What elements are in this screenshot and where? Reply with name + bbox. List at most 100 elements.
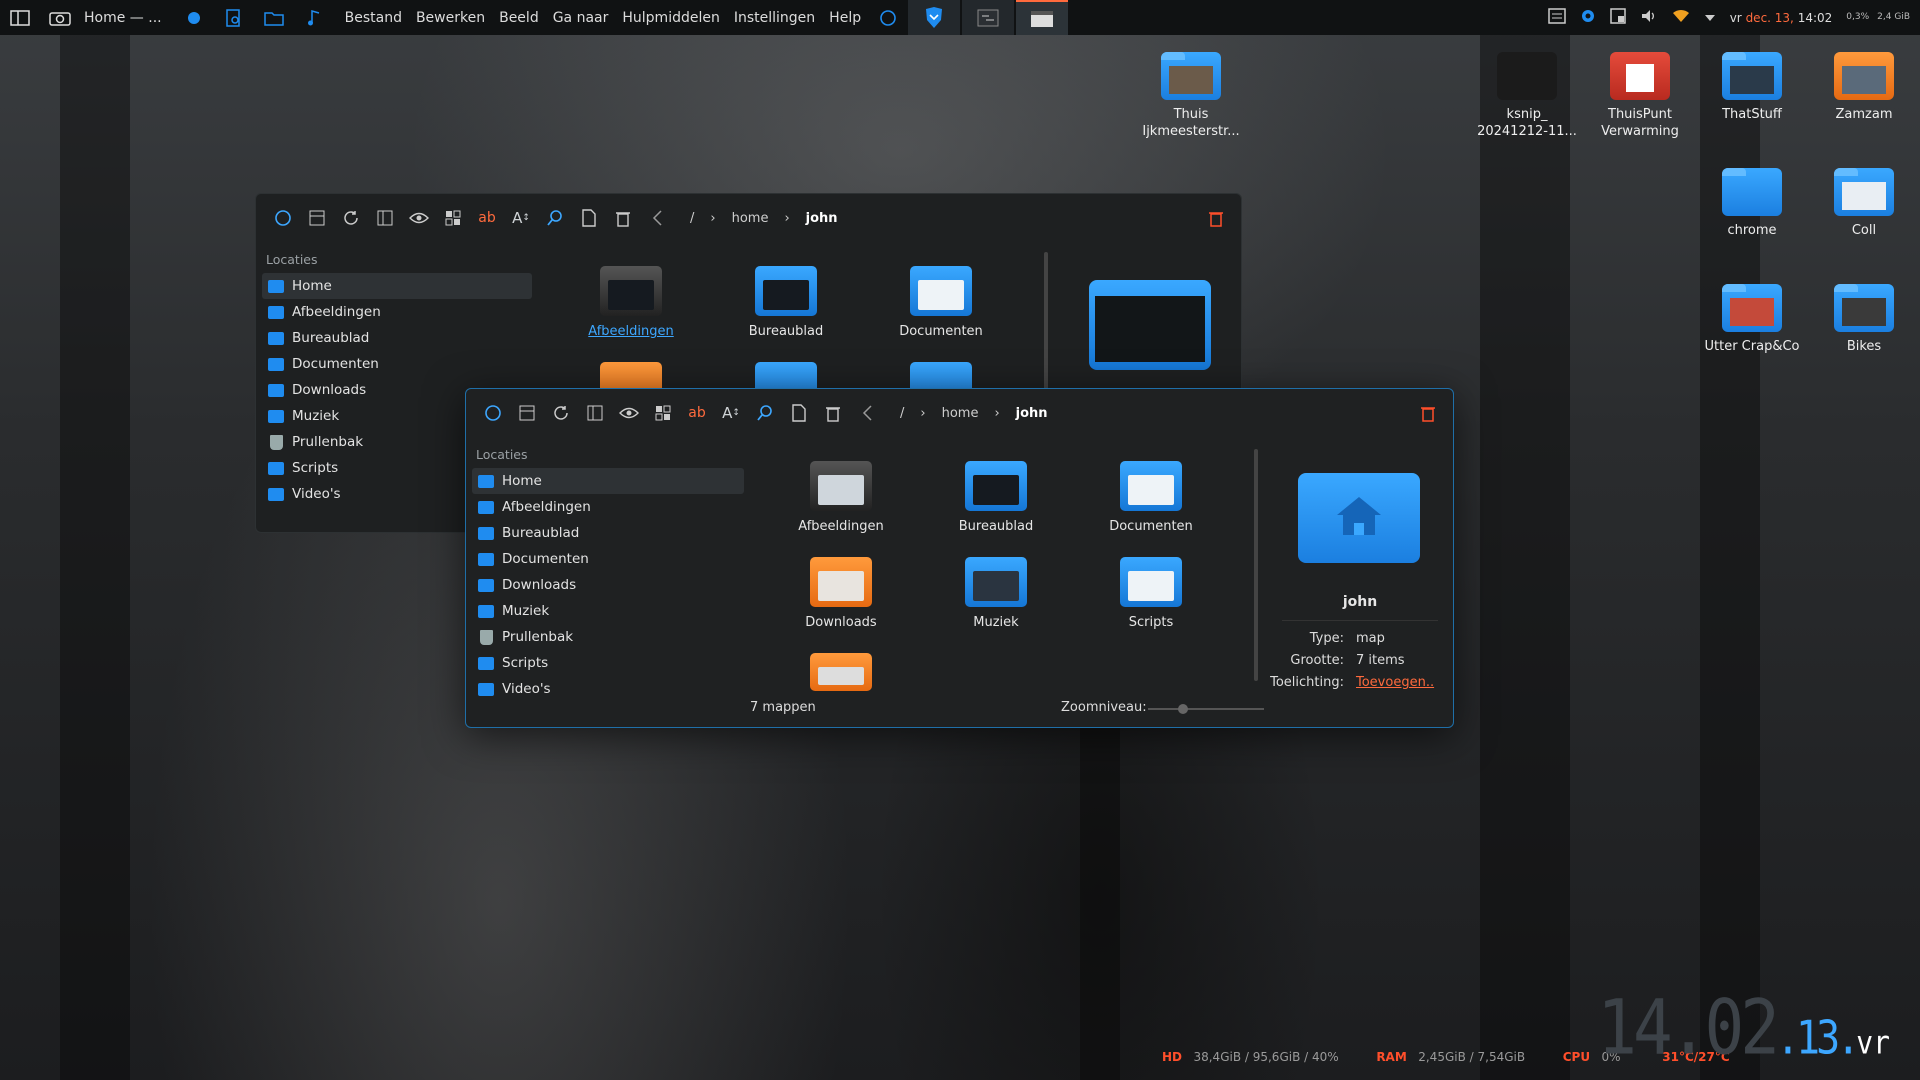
zoom-slider-handle[interactable] bbox=[1177, 704, 1188, 714]
grid-view-icon[interactable] bbox=[650, 400, 676, 426]
notes-icon[interactable] bbox=[1547, 7, 1566, 28]
file-item[interactable]: Bureaublad bbox=[721, 266, 851, 339]
breadcrumb-current[interactable]: john bbox=[1016, 406, 1048, 421]
volume-icon[interactable] bbox=[1640, 8, 1658, 28]
sidebar-heading: Locaties bbox=[266, 252, 318, 267]
clipboard-icon[interactable] bbox=[1609, 7, 1626, 28]
bluetooth-gear-icon[interactable] bbox=[1580, 8, 1596, 28]
desktop-icon[interactable]: ThatStuff bbox=[1702, 52, 1802, 123]
file-item[interactable] bbox=[776, 653, 906, 699]
trash-icon[interactable] bbox=[610, 205, 636, 231]
panel-clock[interactable]: vr dec. 13, 14:02 bbox=[1730, 11, 1833, 25]
menu-bestand[interactable]: Bestand bbox=[338, 10, 409, 26]
split-view-icon[interactable] bbox=[514, 400, 540, 426]
file-item[interactable]: Muziek bbox=[931, 557, 1061, 630]
active-window-title[interactable]: Home — ... bbox=[84, 10, 162, 26]
sidebar-item-documenten[interactable]: Documenten bbox=[262, 351, 532, 377]
back-arrow-icon[interactable] bbox=[644, 205, 670, 231]
desktop-icon[interactable]: Utter Crap&Co bbox=[1702, 284, 1802, 355]
sidebar-item-videos[interactable]: Video's bbox=[472, 676, 744, 702]
menu-ga-naar[interactable]: Ga naar bbox=[546, 10, 616, 26]
file-item[interactable]: Afbeeldingen bbox=[776, 461, 906, 534]
folder-icon[interactable] bbox=[263, 7, 285, 29]
menu-help[interactable]: Help bbox=[822, 10, 868, 26]
trash-red-icon[interactable] bbox=[1205, 207, 1227, 229]
add-comment-link[interactable]: Toevoegen.. bbox=[1356, 675, 1434, 690]
pictures-folder-icon bbox=[478, 500, 494, 514]
menu-bewerken[interactable]: Bewerken bbox=[409, 10, 492, 26]
sidebar-item-documenten[interactable]: Documenten bbox=[472, 546, 744, 572]
desktop-icon[interactable]: chrome bbox=[1702, 168, 1802, 239]
text-size-icon[interactable]: A ↕ bbox=[508, 205, 534, 231]
desktop-icon[interactable]: ksnip_ 20241212-11... bbox=[1477, 52, 1577, 140]
refresh-icon[interactable] bbox=[338, 205, 364, 231]
file-manager-window[interactable]: ab A ↕ / › home › john Locaties Home Afbe… bbox=[465, 388, 1454, 728]
trash-icon bbox=[270, 434, 283, 450]
taskbar-terminal[interactable] bbox=[962, 0, 1015, 35]
taskbar-dolphin[interactable] bbox=[1016, 0, 1069, 35]
menu-instellingen[interactable]: Instellingen bbox=[727, 10, 822, 26]
scrollbar[interactable] bbox=[1254, 449, 1258, 681]
photo-folder-icon bbox=[1834, 168, 1894, 216]
system-monitor-mini[interactable]: 0,3% 2,4 GiB bbox=[1846, 12, 1910, 23]
file-item[interactable]: Documenten bbox=[1086, 461, 1216, 534]
music-note-icon[interactable] bbox=[303, 7, 325, 29]
rename-icon[interactable]: ab bbox=[474, 205, 500, 231]
desktop-icon[interactable]: ThuisPunt Verwarming bbox=[1590, 52, 1690, 140]
eye-icon[interactable] bbox=[406, 205, 432, 231]
sidebar-item-bureaublad[interactable]: Bureaublad bbox=[472, 520, 744, 546]
sidebar-item-afbeeldingen[interactable]: Afbeeldingen bbox=[262, 299, 532, 325]
sidebar-item-bureaublad[interactable]: Bureaublad bbox=[262, 325, 532, 351]
sidebar-item-label: Prullenbak bbox=[292, 434, 364, 450]
file-item[interactable]: Documenten bbox=[876, 266, 1006, 339]
trash-icon[interactable] bbox=[820, 400, 846, 426]
refresh-icon[interactable] bbox=[548, 400, 574, 426]
sidebar-item-downloads[interactable]: Downloads bbox=[472, 572, 744, 598]
file-item[interactable]: Scripts bbox=[1086, 557, 1216, 630]
breadcrumb-current[interactable]: john bbox=[806, 211, 838, 226]
breadcrumb-home[interactable]: home bbox=[942, 406, 979, 421]
screenshot-icon[interactable] bbox=[49, 7, 71, 29]
menu-hulpmiddelen[interactable]: Hulpmiddelen bbox=[615, 10, 726, 26]
breadcrumb-home[interactable]: home bbox=[732, 211, 769, 226]
eye-icon[interactable] bbox=[616, 400, 642, 426]
menu-beeld[interactable]: Beeld bbox=[492, 10, 546, 26]
file-item[interactable]: Bureaublad bbox=[931, 461, 1061, 534]
grid-view-icon[interactable] bbox=[440, 205, 466, 231]
search-icon[interactable] bbox=[752, 400, 778, 426]
sidebar-item-muziek[interactable]: Muziek bbox=[472, 598, 744, 624]
desktop-icon[interactable]: Thuis Ijkmeesterstr... bbox=[1141, 52, 1241, 140]
desktop-icon[interactable]: Bikes bbox=[1814, 284, 1914, 355]
chevron-down-icon[interactable] bbox=[1704, 10, 1716, 26]
circle-icon[interactable] bbox=[877, 7, 899, 29]
blue-dot-icon[interactable] bbox=[183, 7, 205, 29]
app-launcher-icon[interactable] bbox=[9, 7, 31, 29]
sidebar-item-home[interactable]: Home bbox=[472, 468, 744, 494]
text-size-icon[interactable]: A ↕ bbox=[718, 400, 744, 426]
back-arrow-icon[interactable] bbox=[854, 400, 880, 426]
zoom-slider[interactable] bbox=[1148, 708, 1264, 710]
rename-icon[interactable]: ab bbox=[684, 400, 710, 426]
sidebar-item-afbeeldingen[interactable]: Afbeeldingen bbox=[472, 494, 744, 520]
sidebar-item-prullenbak[interactable]: Prullenbak bbox=[472, 624, 744, 650]
circle-icon[interactable] bbox=[480, 400, 506, 426]
sidebar-item-scripts[interactable]: Scripts bbox=[472, 650, 744, 676]
circle-icon[interactable] bbox=[270, 205, 296, 231]
file-item[interactable]: Afbeeldingen bbox=[566, 266, 696, 339]
search-icon[interactable] bbox=[542, 205, 568, 231]
wifi-icon[interactable] bbox=[1672, 9, 1690, 27]
file-item[interactable]: Downloads bbox=[776, 557, 906, 630]
new-file-icon[interactable] bbox=[576, 205, 602, 231]
taskbar-brave[interactable] bbox=[908, 0, 961, 35]
breadcrumb-root[interactable]: / bbox=[690, 211, 694, 226]
desktop-icon[interactable]: Zamzam bbox=[1814, 52, 1914, 123]
sidebar-item-home[interactable]: Home bbox=[262, 273, 532, 299]
desktop-icon[interactable]: Coll bbox=[1814, 168, 1914, 239]
trash-red-icon[interactable] bbox=[1417, 402, 1439, 424]
panel-layout-icon[interactable] bbox=[372, 205, 398, 231]
panel-layout-icon[interactable] bbox=[582, 400, 608, 426]
split-view-icon[interactable] bbox=[304, 205, 330, 231]
search-document-icon[interactable] bbox=[223, 7, 245, 29]
breadcrumb-root[interactable]: / bbox=[900, 406, 904, 421]
new-file-icon[interactable] bbox=[786, 400, 812, 426]
